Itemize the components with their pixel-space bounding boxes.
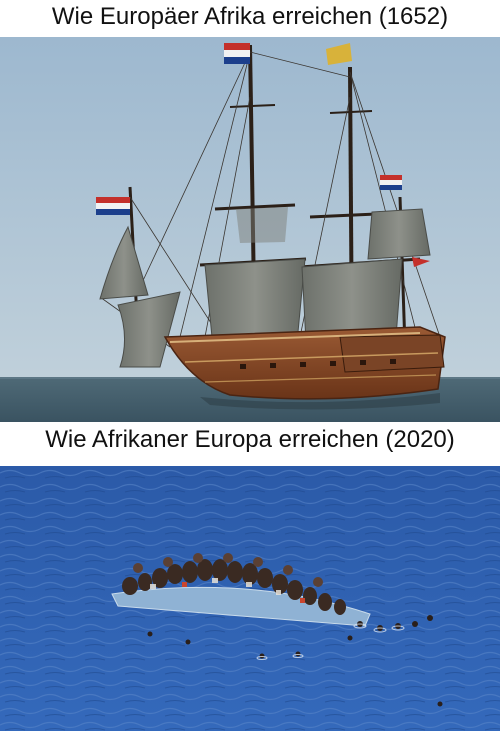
meme-image: Wie Europäer Afrika erreichen (1652) Wie… — [0, 0, 500, 731]
crowded-boat-illustration — [0, 466, 500, 731]
photo-sailing-ship — [0, 37, 500, 422]
photo-overcrowded-boat — [0, 466, 500, 731]
caption-1652: Wie Europäer Afrika erreichen (1652) — [51, 3, 449, 30]
sailing-ship-illustration — [0, 37, 500, 422]
caption-2020: Wie Afrikaner Europa erreichen (2020) — [45, 426, 455, 453]
dutch-flag-icon — [224, 43, 250, 64]
